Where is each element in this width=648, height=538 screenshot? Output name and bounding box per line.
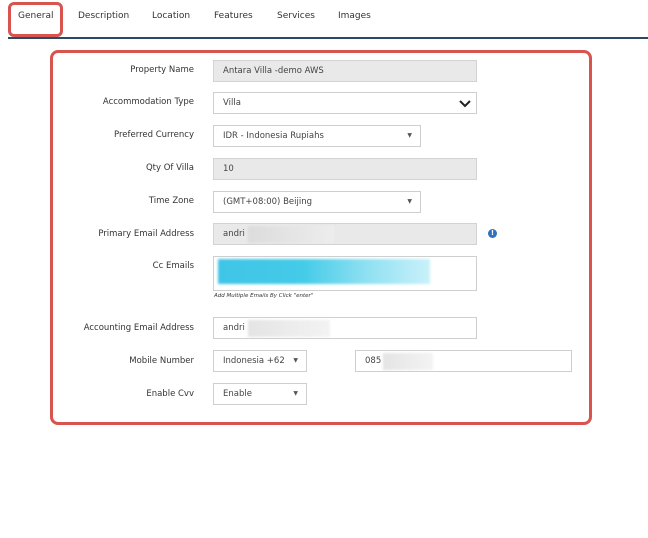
- caret-down-icon: ▼: [293, 390, 298, 397]
- tab-images[interactable]: Images: [338, 11, 371, 21]
- time-zone-value: (GMT+08:00) Beijing: [223, 197, 312, 207]
- preferred-currency-value: IDR - Indonesia Rupiahs: [223, 131, 324, 141]
- tab-underline: [8, 37, 648, 39]
- mobile-number-label: Mobile Number: [129, 356, 194, 366]
- caret-down-icon: ▼: [293, 357, 298, 364]
- primary-email-input[interactable]: andri: [213, 223, 477, 245]
- info-icon[interactable]: !: [488, 229, 497, 238]
- redacted-cc-emails-blur: [218, 259, 430, 284]
- mobile-number-value: 085: [365, 356, 382, 366]
- preferred-currency-select[interactable]: IDR - Indonesia Rupiahs ▼: [213, 125, 421, 147]
- time-zone-select[interactable]: (GMT+08:00) Beijing ▼: [213, 191, 421, 213]
- redacted-email-blur: [248, 320, 330, 337]
- cc-emails-input[interactable]: [213, 256, 477, 291]
- tab-features[interactable]: Features: [214, 11, 253, 21]
- enable-cvv-select[interactable]: Enable ▼: [213, 383, 307, 405]
- chevron-down-icon: [459, 100, 471, 108]
- enable-cvv-label: Enable Cvv: [146, 389, 194, 399]
- accounting-email-value: andri: [223, 323, 245, 333]
- property-name-value: Antara Villa -demo AWS: [223, 66, 324, 76]
- accommodation-type-select[interactable]: Villa: [213, 92, 477, 114]
- accommodation-type-label: Accommodation Type: [102, 97, 194, 107]
- cc-emails-hint: Add Multiple Emails By Click "enter": [214, 293, 314, 299]
- qty-of-villa-value: 10: [223, 164, 234, 174]
- qty-of-villa-label: Qty Of Villa: [145, 163, 194, 173]
- tab-location[interactable]: Location: [152, 11, 190, 21]
- accounting-email-input[interactable]: andri: [213, 317, 477, 339]
- caret-down-icon: ▼: [407, 132, 412, 139]
- enable-cvv-value: Enable: [223, 389, 252, 399]
- caret-down-icon: ▼: [407, 198, 412, 205]
- property-name-label: Property Name: [130, 65, 194, 75]
- redacted-email-blur: [248, 226, 334, 243]
- accounting-email-label: Accounting Email Address: [83, 323, 194, 333]
- country-code-select[interactable]: Indonesia +62 ▼: [213, 350, 307, 372]
- primary-email-label: Primary Email Address: [98, 229, 194, 239]
- tab-description[interactable]: Description: [78, 11, 129, 21]
- tab-bar: General Description Location Features Se…: [0, 0, 648, 40]
- time-zone-label: Time Zone: [148, 196, 194, 206]
- property-name-input[interactable]: Antara Villa -demo AWS: [213, 60, 477, 82]
- primary-email-value: andri: [223, 229, 245, 239]
- preferred-currency-label: Preferred Currency: [113, 130, 194, 140]
- redacted-number-blur: [383, 353, 433, 370]
- tab-services[interactable]: Services: [277, 11, 315, 21]
- qty-of-villa-input[interactable]: 10: [213, 158, 477, 180]
- tab-general[interactable]: General: [18, 11, 53, 21]
- cc-emails-label: Cc Emails: [152, 261, 194, 271]
- country-code-value: Indonesia +62: [223, 356, 285, 366]
- accommodation-type-value: Villa: [223, 98, 241, 108]
- mobile-number-input[interactable]: 085: [355, 350, 572, 372]
